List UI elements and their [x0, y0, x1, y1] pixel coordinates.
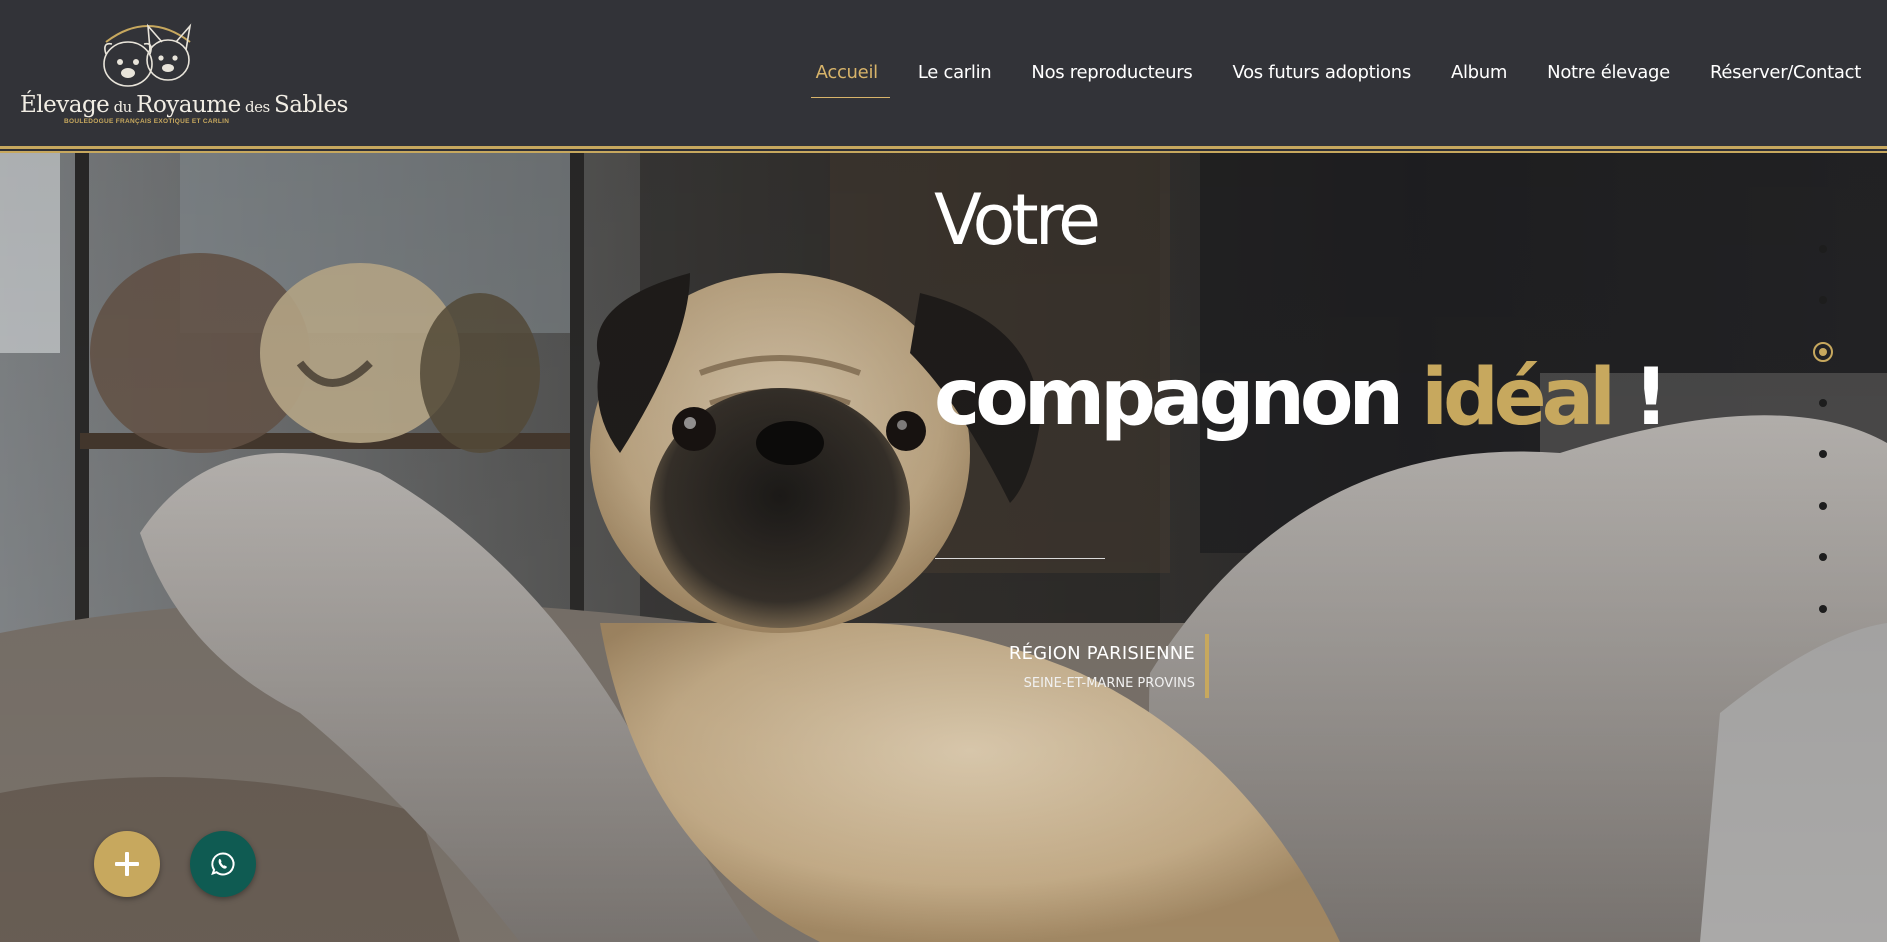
- hero-title-line1: Votre: [934, 179, 1101, 261]
- logo-title: Élevage du Royaume des Sables: [20, 92, 348, 118]
- nav-item-le-carlin[interactable]: Le carlin: [918, 62, 992, 83]
- slide-dot-4[interactable]: [1819, 399, 1827, 407]
- hero-background-image: [0, 153, 1887, 942]
- nav-item-accueil[interactable]: Accueil: [810, 62, 891, 98]
- whatsapp-button[interactable]: [190, 831, 256, 897]
- slide-dot-2[interactable]: [1819, 296, 1827, 304]
- slide-dot-3-active[interactable]: [1813, 342, 1833, 362]
- plus-icon: [115, 852, 139, 876]
- header-gold-line: [0, 146, 1887, 149]
- nav-item-vos-futurs-adoptions[interactable]: Vos futurs adoptions: [1232, 62, 1411, 83]
- nav-item-album[interactable]: Album: [1451, 62, 1507, 83]
- header-gold-line-secondary: [0, 151, 1887, 153]
- region-block: RÉGION PARISIENNE SEINE-ET-MARNE PROVINS: [1009, 643, 1195, 691]
- slide-dot-5[interactable]: [1819, 450, 1827, 458]
- dogs-logo-icon: [103, 23, 192, 87]
- slide-dot-8[interactable]: [1819, 605, 1827, 613]
- slide-dot-6[interactable]: [1819, 502, 1827, 510]
- hero-slider: Votre compagnon idéal ! RÉGION PARISIENN…: [0, 153, 1887, 942]
- slide-dot-7[interactable]: [1819, 553, 1827, 561]
- nav-item-reserver-contact[interactable]: Réserver/Contact: [1710, 62, 1861, 83]
- site-logo[interactable]: Élevage du Royaume des Sables BOULEDOGUE…: [18, 16, 348, 134]
- whatsapp-icon: [211, 852, 235, 876]
- hero-title-line2: compagnon idéal !: [934, 353, 1669, 443]
- region-subtitle: SEINE-ET-MARNE PROVINS: [1023, 676, 1195, 691]
- nav-item-nos-reproducteurs[interactable]: Nos reproducteurs: [1031, 62, 1192, 83]
- slide-dot-1[interactable]: [1819, 245, 1827, 253]
- nav-item-notre-elevage[interactable]: Notre élevage: [1547, 62, 1670, 83]
- hero-title-accent: idéal: [1421, 353, 1616, 443]
- floating-plus-button[interactable]: [94, 831, 160, 897]
- hero-divider: [935, 558, 1105, 559]
- region-title: RÉGION PARISIENNE: [1008, 643, 1195, 664]
- region-gold-bar: [1205, 634, 1209, 698]
- main-nav: Accueil Le carlin Nos reproducteurs Vos …: [776, 60, 1861, 98]
- logo-subtitle: BOULEDOGUE FRANÇAIS EXOTIQUE ET CARLIN: [64, 118, 230, 125]
- site-header: Élevage du Royaume des Sables BOULEDOGUE…: [0, 0, 1887, 153]
